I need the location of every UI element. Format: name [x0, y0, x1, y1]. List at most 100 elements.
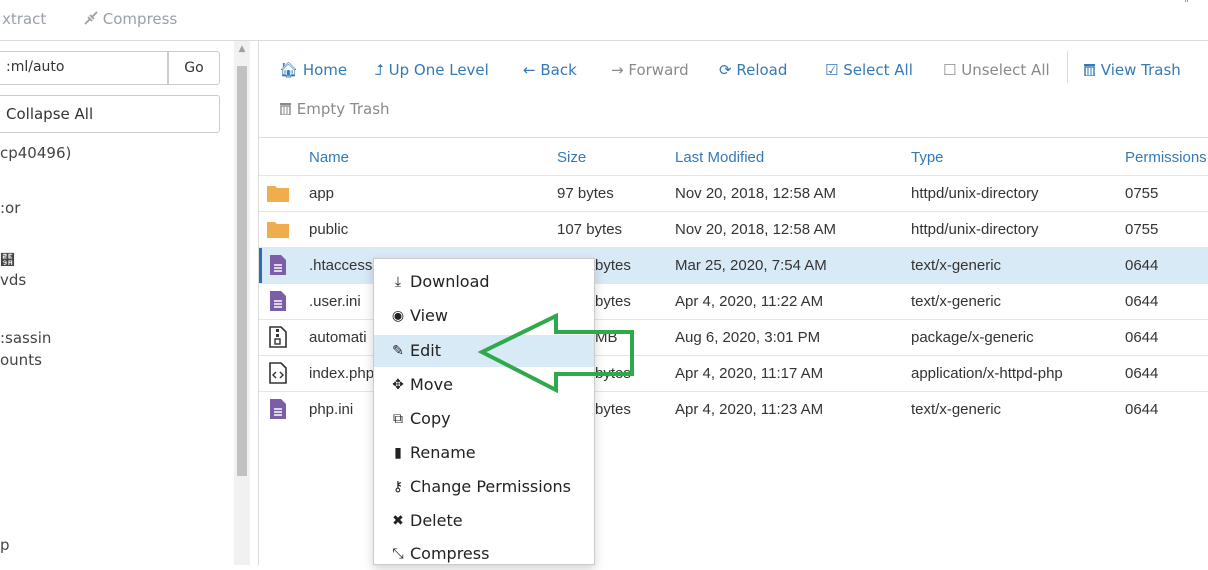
checked-box-icon: ☑	[825, 61, 839, 79]
file-modified: Aug 6, 2020, 3:01 PM	[675, 329, 821, 346]
file-name: index.php	[309, 365, 375, 382]
arrow-left-icon: ←	[523, 61, 536, 79]
column-header-permissions[interactable]: Permissions	[1125, 149, 1207, 166]
view-trash-label: View Trash	[1100, 61, 1181, 79]
home-icon: 🏠︎	[279, 61, 299, 79]
menu-item-compress[interactable]: ⤡ Compress	[374, 538, 594, 570]
menu-item-change-permissions[interactable]: ⚷ Change Permissions	[374, 471, 594, 503]
file-size: bytes	[595, 293, 631, 310]
menu-item-delete[interactable]: ✖ Delete	[374, 505, 594, 537]
file-permissions: 0755	[1125, 185, 1159, 202]
file-modified: Nov 20, 2018, 12:58 AM	[675, 185, 836, 202]
file-modified: Mar 25, 2020, 7:54 AM	[675, 257, 827, 274]
menu-item-label: Compress	[410, 544, 490, 563]
empty-trash-label: Empty Trash	[296, 100, 390, 118]
file-name: .user.ini	[309, 293, 361, 310]
column-header-last-modified[interactable]: Last Modified	[675, 149, 764, 166]
menu-item-download[interactable]: ⤓ Download	[374, 266, 594, 298]
go-button[interactable]: Go	[168, 51, 220, 85]
file-type: text/x-generic	[911, 401, 1002, 418]
file-archive-icon	[269, 326, 287, 348]
file-name: automati	[309, 329, 367, 346]
tree-item[interactable]: cp40496)	[0, 144, 71, 162]
column-header-type[interactable]: Type	[911, 149, 944, 166]
annotation-arrow-icon	[478, 312, 634, 394]
file-type: package/x-generic	[911, 329, 1034, 346]
scrollbar-thumb[interactable]	[237, 66, 247, 476]
menu-item-copy[interactable]: ⧉ Copy	[374, 403, 594, 435]
menu-item-rename[interactable]: ▮ Rename	[374, 437, 594, 469]
column-header-name[interactable]: Name	[309, 149, 349, 166]
menu-item-label: Copy	[410, 409, 451, 428]
top-toolbar: xtract Compress	[0, 0, 1208, 41]
file-type: httpd/unix-directory	[911, 185, 1039, 202]
file-text-icon	[270, 291, 286, 311]
tree-item[interactable]: p	[0, 536, 10, 554]
forward-button[interactable]: → Forward	[611, 61, 689, 79]
unselect-all-button[interactable]: ☐ Unselect All	[943, 61, 1050, 79]
forward-label: Forward	[628, 61, 689, 79]
copy-icon: ⧉	[393, 411, 403, 427]
scroll-up-arrow-icon[interactable]: ▲	[236, 44, 248, 58]
reload-label: Reload	[736, 61, 788, 79]
file-modified: Apr 4, 2020, 11:17 AM	[675, 365, 824, 382]
menu-item-label: Rename	[410, 443, 476, 462]
eye-icon: ◉	[391, 308, 405, 324]
tree-item[interactable]: vds	[0, 271, 26, 289]
compress-button[interactable]: Compress	[84, 10, 177, 28]
column-header-size[interactable]: Size	[557, 149, 586, 166]
tree-item[interactable]: :or	[0, 199, 20, 217]
file-size: 107 bytes	[557, 221, 623, 238]
menu-item-label: View	[410, 306, 448, 325]
compress-icon: ⤡	[392, 546, 404, 562]
file-size: 97 bytes	[557, 185, 614, 202]
reload-icon: ⟳	[719, 61, 732, 79]
move-arrows-icon: ✥	[392, 377, 404, 393]
file-type: text/x-generic	[911, 293, 1002, 310]
reload-button[interactable]: ⟳ Reload	[719, 61, 787, 79]
path-input[interactable]: :ml/auto	[0, 51, 168, 85]
file-navigation-toolbar: 🏠︎ Home ⮥ Up One Level ← Back → Forward …	[259, 41, 1208, 138]
file-permissions: 0644	[1125, 401, 1159, 418]
trash-icon	[280, 103, 291, 116]
file-name: app	[309, 185, 335, 202]
file-type: text/x-generic	[911, 257, 1002, 274]
folder-icon	[267, 222, 289, 238]
directory-tree-panel: :ml/auto Go Collapse All cp40496) :or ⺚ …	[0, 41, 232, 565]
file-permissions: 0644	[1125, 365, 1159, 382]
extract-button[interactable]: xtract	[2, 10, 46, 28]
tree-item[interactable]: :sassin	[0, 329, 51, 347]
view-trash-button[interactable]: View Trash	[1083, 61, 1181, 79]
table-row[interactable]: public 107 bytes Nov 20, 2018, 12:58 AM …	[259, 211, 1208, 248]
table-row[interactable]: app 97 bytes Nov 20, 2018, 12:58 AM http…	[259, 175, 1208, 212]
up-one-level-button[interactable]: ⮥ Up One Level	[375, 61, 489, 79]
file-text-icon	[270, 255, 286, 275]
file-modified: Apr 4, 2020, 11:22 AM	[675, 293, 824, 310]
tree-item[interactable]: ⺚	[0, 251, 15, 269]
file-context-menu: ⤓ Download ◉ View ✎ Edit ✥ Move ⧉ Copy ▮ Renam…	[373, 258, 595, 565]
corner-mark: ¨	[1184, 0, 1189, 11]
file-code-icon	[269, 362, 287, 384]
file-icon: ▮	[394, 445, 402, 461]
folder-icon	[267, 186, 289, 202]
compress-icon	[84, 11, 98, 25]
key-icon: ⚷	[392, 479, 404, 495]
select-all-button[interactable]: ☑ Select All	[825, 61, 913, 79]
menu-item-label: Move	[410, 375, 453, 394]
table-header: Name Size Last Modified Type Permissions	[259, 139, 1208, 175]
file-type: application/x-httpd-php	[911, 365, 1063, 382]
up-one-level-label: Up One Level	[388, 61, 489, 79]
file-type: httpd/unix-directory	[911, 221, 1039, 238]
empty-trash-button[interactable]: Empty Trash	[279, 100, 390, 118]
tree-item[interactable]: ounts	[0, 351, 42, 369]
menu-item-label: Delete	[410, 511, 463, 530]
home-label: Home	[302, 61, 348, 79]
collapse-all-button[interactable]: Collapse All	[0, 95, 220, 133]
home-button[interactable]: 🏠︎ Home	[279, 61, 347, 79]
file-modified: Apr 4, 2020, 11:23 AM	[675, 401, 824, 418]
menu-item-label: Edit	[410, 341, 441, 360]
back-button[interactable]: ← Back	[523, 61, 577, 79]
trash-icon	[1084, 64, 1095, 77]
file-name: public	[309, 221, 349, 238]
back-label: Back	[540, 61, 577, 79]
